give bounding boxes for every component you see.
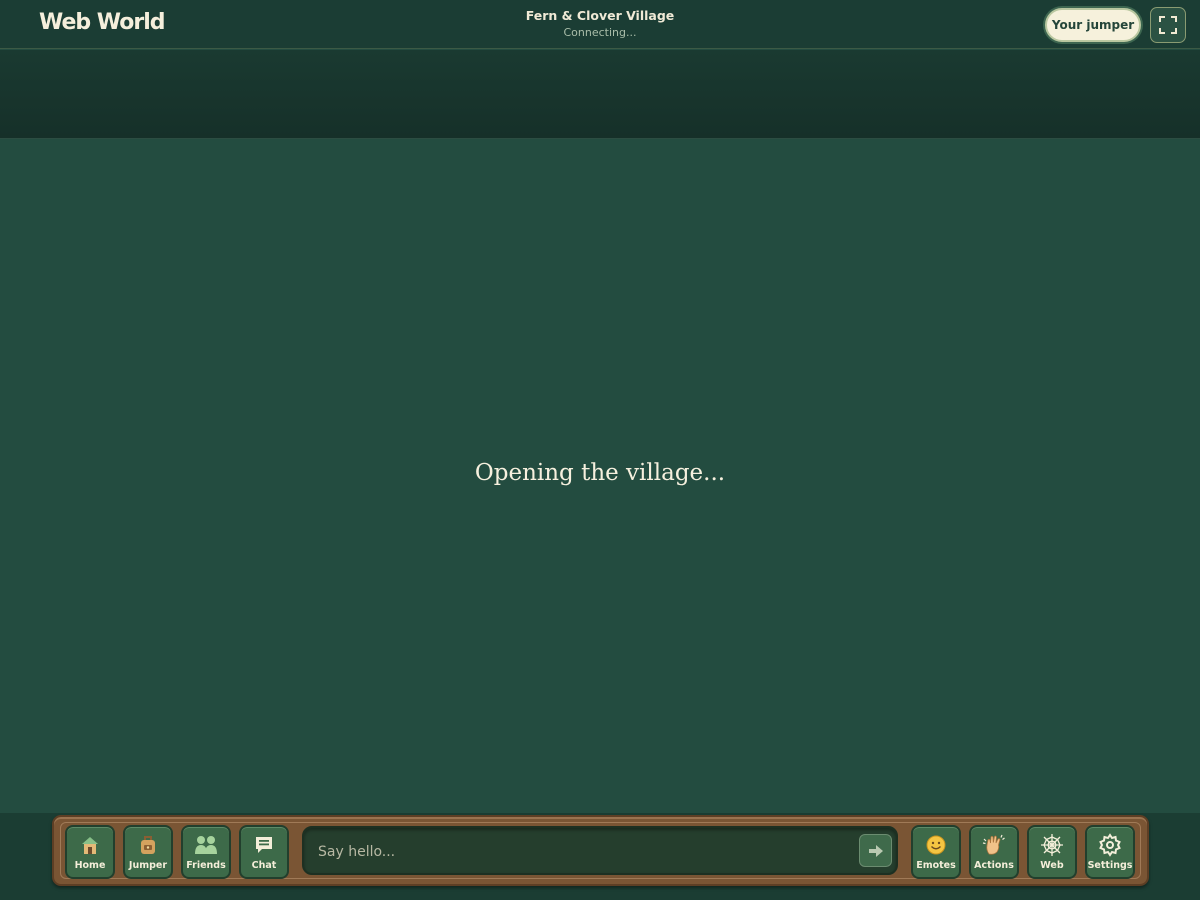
friends-label: Friends [186, 860, 226, 871]
jumper-button[interactable]: Jumper [123, 825, 173, 879]
jumper-label: Jumper [128, 860, 168, 871]
friends-icon [195, 836, 217, 854]
backpack-icon [141, 836, 155, 854]
emotes-label: Emotes [916, 860, 956, 871]
emotes-button[interactable]: Emotes [911, 825, 961, 879]
world-top-band [0, 50, 1200, 139]
your-jumper-button[interactable]: Your jumper [1045, 8, 1141, 42]
actions-button[interactable]: Actions [969, 825, 1019, 879]
chat-button[interactable]: Chat [239, 825, 289, 879]
top-header: Web World Fern & Clover Village Connecti… [0, 0, 1200, 49]
fullscreen-button[interactable] [1150, 7, 1186, 43]
web-button[interactable]: Web [1027, 825, 1077, 879]
gear-icon [1099, 833, 1121, 857]
smiley-icon [926, 835, 946, 855]
fullscreen-icon [1159, 16, 1177, 34]
spider-web-icon [1041, 834, 1063, 856]
arrow-right-icon [868, 844, 883, 857]
home-button[interactable]: Home [65, 825, 115, 879]
friends-button[interactable]: Friends [181, 825, 231, 879]
web-label: Web [1040, 860, 1064, 871]
chat-input[interactable] [316, 838, 850, 866]
actions-label: Actions [974, 860, 1014, 871]
settings-label: Settings [1087, 860, 1133, 871]
home-label: Home [74, 860, 106, 871]
chat-box [302, 826, 898, 875]
loading-message: Opening the village... [474, 460, 726, 486]
chat-label: Chat [251, 860, 277, 871]
connection-status: Connecting... [563, 26, 637, 39]
village-title: Fern & Clover Village [525, 8, 675, 23]
chat-icon [256, 837, 272, 853]
house-icon [82, 837, 98, 854]
wave-hand-icon [982, 834, 1005, 855]
settings-button[interactable]: Settings [1085, 825, 1135, 879]
send-button[interactable] [859, 834, 892, 867]
